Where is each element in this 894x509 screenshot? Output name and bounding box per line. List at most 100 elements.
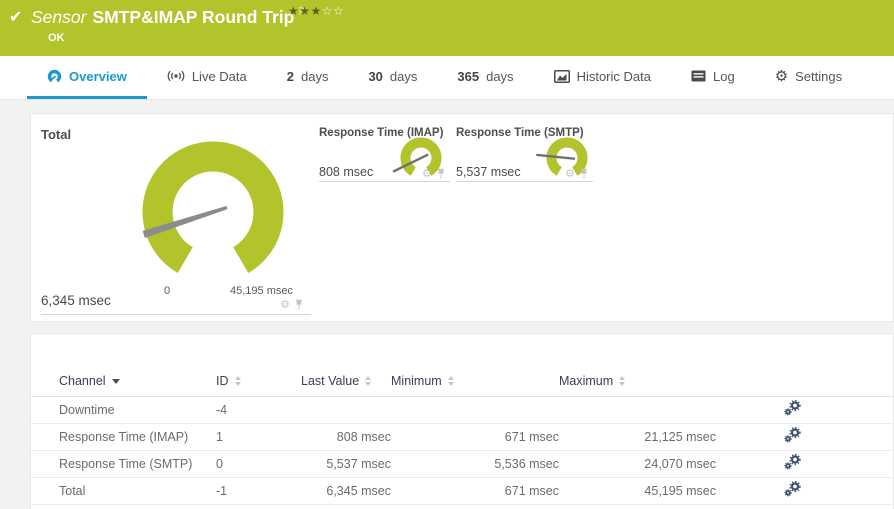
- column-label: Last Value: [301, 373, 360, 388]
- table-row: Downtime -4: [31, 396, 894, 424]
- channel-maximum: [559, 396, 716, 424]
- channel-maximum: 21,125 msec: [559, 423, 716, 451]
- channel-settings-gears-icon[interactable]: [784, 399, 801, 416]
- panel-divider: [319, 181, 450, 182]
- column-label: Minimum: [391, 373, 442, 388]
- channel-settings-gears-icon[interactable]: [784, 426, 801, 443]
- tab-label: Log: [712, 68, 735, 84]
- channel-maximum: 24,070 msec: [559, 450, 716, 478]
- channel-last-value: 808 msec: [301, 423, 391, 451]
- gauge-imap-actions: ⚙: [422, 168, 446, 181]
- channel-name: Downtime: [31, 396, 216, 424]
- gauge-total-dial[interactable]: [138, 137, 288, 287]
- channel-settings-gears-icon[interactable]: [784, 480, 801, 497]
- gear-icon: ⚙: [774, 67, 789, 85]
- gauge-scale-max: 45,195 msec: [230, 285, 293, 297]
- tab-number: 365: [457, 68, 480, 84]
- column-label: Maximum: [559, 373, 614, 388]
- live-data-icon: [167, 70, 185, 82]
- table-row: Response Time (IMAP) 1 808 msec 671 msec…: [31, 423, 894, 451]
- channel-id: -4: [216, 396, 301, 424]
- column-header-id[interactable]: ID: [216, 366, 301, 397]
- table-row: Response Time (SMTP) 0 5,537 msec 5,536 …: [31, 450, 894, 478]
- channel-minimum: [391, 396, 559, 424]
- gauge-scale-min: 0: [163, 285, 171, 297]
- status-ok-check-icon: ✔: [9, 9, 23, 26]
- sensor-kind-label: Sensor: [31, 7, 87, 27]
- tab-number: 2: [286, 68, 294, 84]
- tab-overview[interactable]: Overview: [27, 56, 147, 99]
- sensor-title-line: Sensor SMTP&IMAP Round Trip ⚐: [31, 6, 307, 28]
- tab-label: days: [300, 68, 329, 84]
- column-header-maximum[interactable]: Maximum: [559, 366, 716, 397]
- channel-last-value: 5,537 msec: [301, 450, 391, 478]
- sensor-header: ✔ Sensor SMTP&IMAP Round Trip ⚐ ★★★☆☆ OK: [0, 0, 894, 56]
- channel-minimum: 5,536 msec: [391, 450, 559, 478]
- gauge-icon: [47, 69, 62, 82]
- pin-icon[interactable]: [579, 168, 589, 181]
- sort-desc-icon: [111, 378, 120, 384]
- panel-divider: [41, 314, 311, 315]
- gear-icon[interactable]: ⚙: [565, 169, 575, 180]
- tab-log[interactable]: Log: [671, 56, 755, 99]
- gauge-total-value: 6,345 msec: [41, 293, 111, 308]
- gear-icon[interactable]: ⚙: [422, 169, 432, 180]
- chart-icon: [553, 69, 570, 83]
- gauge-smtp-value: 5,537 msec: [456, 165, 521, 179]
- table-header-row: Channel ID Last Value Minimum Maximum: [31, 366, 894, 397]
- tab-label: days: [389, 68, 418, 84]
- tab-365-days[interactable]: 365 days: [437, 56, 533, 99]
- status-badge: OK: [48, 32, 65, 44]
- channel-name: Response Time (IMAP): [31, 423, 216, 451]
- channel-last-value: 6,345 msec: [301, 477, 391, 505]
- column-label: Channel: [59, 373, 106, 388]
- tab-live-data[interactable]: Live Data: [147, 56, 267, 99]
- tab-30-days[interactable]: 30 days: [348, 56, 437, 99]
- channel-name: Total: [31, 477, 216, 505]
- tab-label: Live Data: [191, 68, 247, 84]
- page-title: SMTP&IMAP Round Trip: [92, 7, 295, 27]
- channel-last-value: [301, 396, 391, 424]
- column-label: ID: [216, 373, 229, 388]
- gauge-total-title: Total: [41, 127, 72, 142]
- tab-settings[interactable]: ⚙ Settings: [755, 56, 862, 99]
- tab-bar: Overview Live Data 2 days 30 days 365 da…: [0, 56, 894, 100]
- channel-name: Response Time (SMTP): [31, 450, 216, 478]
- column-header-minimum[interactable]: Minimum: [391, 366, 559, 397]
- channel-id: -1: [216, 477, 301, 505]
- tab-2-days[interactable]: 2 days: [267, 56, 349, 99]
- sort-icon: [234, 376, 241, 387]
- tab-label: Overview: [69, 68, 127, 84]
- channels-table: Channel ID Last Value Minimum Maximum Do…: [31, 366, 894, 505]
- gear-icon[interactable]: ⚙: [280, 300, 290, 311]
- table-row: Total -1 6,345 msec 671 msec 45,195 msec: [31, 477, 894, 505]
- sort-icon: [447, 376, 454, 387]
- channel-minimum: 671 msec: [391, 423, 559, 451]
- pin-icon[interactable]: [436, 168, 446, 181]
- tab-historic-data[interactable]: Historic Data: [534, 56, 671, 99]
- column-header-last-value[interactable]: Last Value: [301, 366, 391, 397]
- pin-icon[interactable]: [294, 299, 304, 312]
- channel-id: 1: [216, 423, 301, 451]
- sort-icon: [365, 376, 372, 387]
- priority-stars[interactable]: ★★★☆☆: [288, 4, 344, 18]
- tab-number: 30: [368, 68, 383, 84]
- log-icon: [691, 70, 706, 82]
- channel-minimum: 671 msec: [391, 477, 559, 505]
- channel-id: 0: [216, 450, 301, 478]
- gauge-total-actions: ⚙: [280, 299, 304, 312]
- sort-icon: [619, 376, 626, 387]
- gauge-smtp-actions: ⚙: [565, 168, 589, 181]
- channel-maximum: 45,195 msec: [559, 477, 716, 505]
- tab-label: Historic Data: [576, 68, 651, 84]
- star-filled-icon[interactable]: ★★★: [288, 4, 322, 18]
- gauge-imap-value: 808 msec: [319, 165, 374, 179]
- star-empty-icon[interactable]: ☆☆: [322, 4, 345, 18]
- channels-card: Channel ID Last Value Minimum Maximum Do…: [30, 333, 894, 509]
- column-header-channel[interactable]: Channel: [31, 366, 216, 397]
- channel-settings-gears-icon[interactable]: [784, 453, 801, 470]
- panel-divider: [456, 181, 593, 182]
- gauges-card: Total 0 45,195 msec 6,345 msec ⚙ Respons…: [30, 113, 894, 322]
- tab-label: Settings: [795, 68, 843, 84]
- tab-label: days: [486, 68, 514, 84]
